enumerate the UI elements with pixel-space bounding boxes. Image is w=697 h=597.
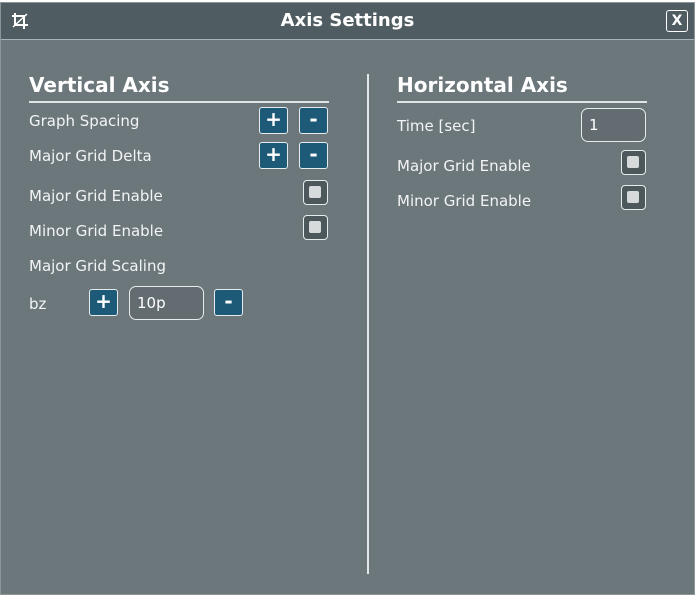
section-divider: [367, 74, 369, 574]
horizontal-minor-grid-enable-checkbox[interactable]: [621, 185, 646, 210]
horizontal-major-grid-enable-checkbox[interactable]: [621, 150, 646, 175]
horizontal-major-grid-enable-label: Major Grid Enable: [397, 157, 531, 175]
scaling-input[interactable]: [129, 286, 204, 320]
dialog-title: Axis Settings: [280, 10, 415, 31]
close-button[interactable]: X: [666, 10, 688, 32]
graph-spacing-label: Graph Spacing: [29, 112, 140, 130]
graph-spacing-plus-button[interactable]: +: [259, 107, 288, 134]
scaling-plus-button[interactable]: +: [89, 289, 118, 316]
major-grid-delta-minus-button[interactable]: -: [299, 142, 328, 169]
time-label: Time [sec]: [397, 117, 476, 135]
major-grid-scaling-label: Major Grid Scaling: [29, 257, 166, 275]
scaling-unit-label: bz: [29, 295, 47, 313]
scaling-minus-button[interactable]: -: [214, 289, 243, 316]
horizontal-minor-grid-enable-label: Minor Grid Enable: [397, 192, 532, 210]
time-input[interactable]: [581, 108, 646, 142]
vertical-minor-grid-enable-label: Minor Grid Enable: [29, 222, 164, 240]
vertical-major-grid-enable-checkbox[interactable]: [303, 180, 328, 205]
vertical-axis-title: Vertical Axis: [29, 73, 329, 103]
graph-spacing-minus-button[interactable]: -: [299, 107, 328, 134]
vertical-major-grid-enable-label: Major Grid Enable: [29, 187, 163, 205]
major-grid-delta-label: Major Grid Delta: [29, 147, 152, 165]
major-grid-delta-plus-button[interactable]: +: [259, 142, 288, 169]
title-bar: Axis Settings X: [1, 3, 694, 40]
vertical-minor-grid-enable-checkbox[interactable]: [303, 215, 328, 240]
horizontal-axis-title: Horizontal Axis: [397, 73, 647, 103]
axis-settings-dialog: Axis Settings X Vertical Axis Graph Spac…: [0, 2, 695, 595]
